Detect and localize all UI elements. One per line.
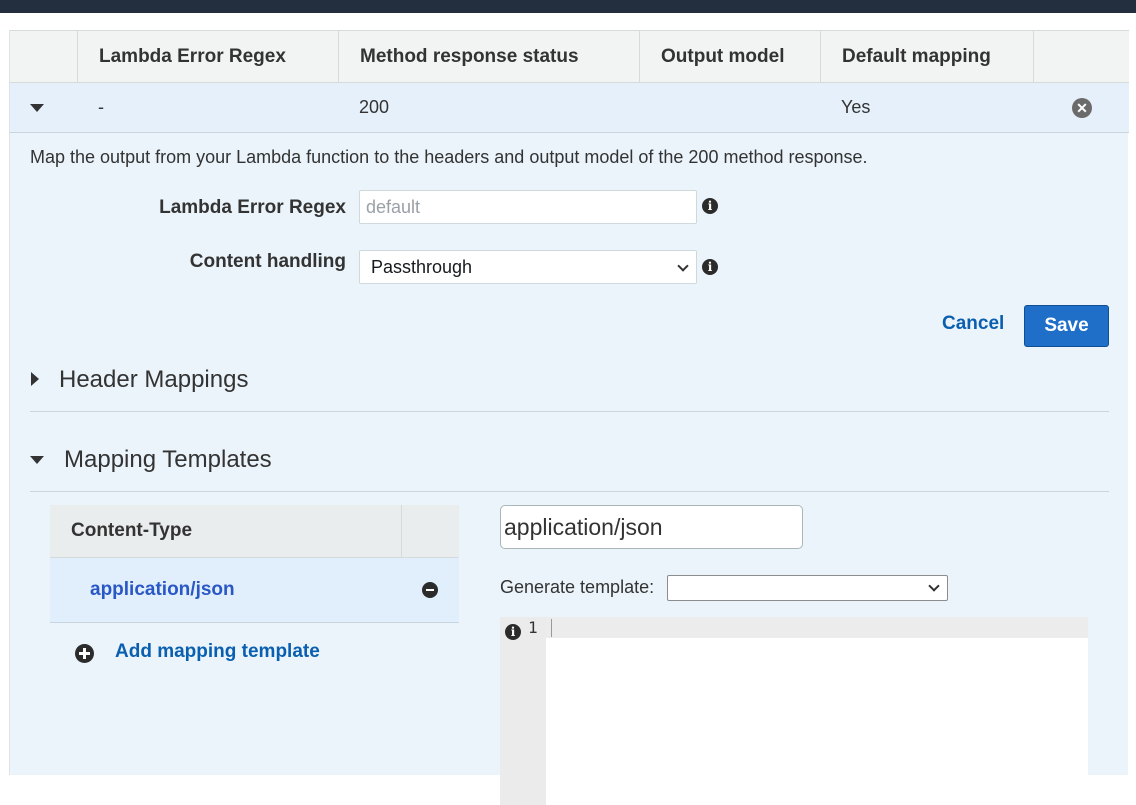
editor-active-line (546, 617, 1088, 638)
content-type-table-header: Content-Type (50, 505, 459, 558)
editor-line-number: 1 (528, 618, 538, 637)
content-handling-label: Content handling (189, 251, 346, 272)
editor-info-icon: i (505, 624, 521, 640)
cell-default-mapping: Yes (841, 97, 871, 117)
mapping-description: Map the output from your Lambda function… (30, 147, 868, 167)
generate-template-select[interactable] (667, 575, 948, 601)
header-mappings-title[interactable]: Header Mappings (59, 366, 248, 394)
content-type-header-label: Content-Type (71, 520, 193, 541)
remove-content-type-icon[interactable] (422, 582, 438, 598)
column-header-default-mapping: Default mapping (820, 31, 1034, 83)
header-separator (401, 505, 402, 557)
section-divider (30, 411, 1109, 412)
cancel-button[interactable]: Cancel (942, 313, 1004, 335)
collapse-row-icon[interactable] (30, 104, 44, 112)
content-type-item-label[interactable]: application/json (90, 558, 235, 622)
content-handling-info-icon[interactable]: i (702, 259, 718, 275)
mapping-templates-title[interactable]: Mapping Templates (64, 446, 272, 474)
save-button[interactable]: Save (1024, 305, 1109, 347)
generate-template-label: Generate template: (500, 577, 655, 597)
section-divider (30, 491, 1109, 492)
lambda-error-regex-label: Lambda Error Regex (159, 197, 346, 218)
expand-header-mappings-icon[interactable] (31, 372, 39, 386)
collapse-mapping-templates-icon[interactable] (30, 456, 44, 464)
top-navigation-bar (0, 0, 1136, 13)
content-type-input[interactable]: application/json (500, 505, 803, 549)
add-mapping-template-link[interactable]: Add mapping template (115, 641, 320, 663)
column-header-output-model: Output model (639, 31, 821, 83)
add-circle-icon[interactable] (75, 644, 94, 663)
lambda-error-regex-info-icon[interactable]: i (702, 198, 718, 214)
list-item[interactable]: application/json (50, 558, 459, 623)
chevron-down-icon (677, 260, 689, 272)
editor-cursor (551, 619, 552, 637)
content-handling-value: Passthrough (371, 257, 473, 277)
cell-method-response-status: 200 (359, 97, 390, 117)
column-header-method-response-status: Method response status (338, 31, 640, 83)
cell-lambda-error-regex: - (98, 97, 104, 117)
template-code-editor[interactable]: i 1 (500, 617, 1088, 805)
chevron-down-icon (928, 580, 940, 592)
delete-row-icon[interactable]: ✕ (1072, 98, 1092, 118)
column-header-lambda-error-regex: Lambda Error Regex (77, 31, 339, 83)
table-header: Lambda Error Regex Method response statu… (10, 30, 1129, 83)
column-header-actions (1033, 31, 1129, 83)
table-row[interactable]: - 200 Yes ✕ (10, 83, 1129, 133)
method-response-table: Lambda Error Regex Method response statu… (9, 30, 1129, 805)
lambda-error-regex-input[interactable]: default (359, 190, 697, 224)
content-handling-select[interactable]: Passthrough (359, 250, 697, 284)
editor-gutter (500, 617, 546, 805)
